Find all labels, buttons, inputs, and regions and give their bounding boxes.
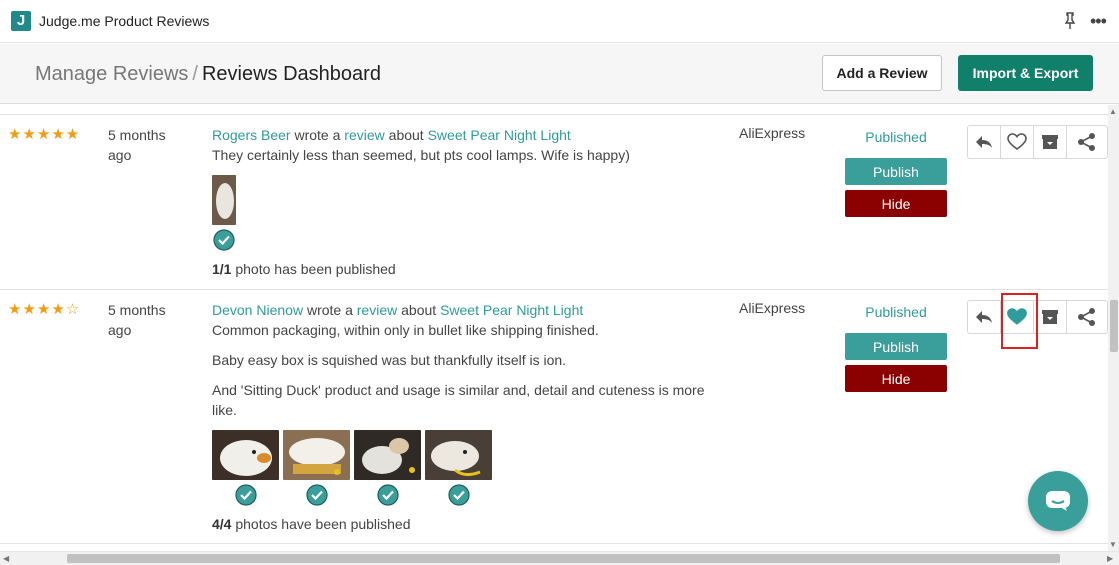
- status-badge: Published: [865, 129, 927, 145]
- reply-icon: [976, 136, 992, 148]
- review-time: 5 months ago: [108, 302, 166, 338]
- hide-button[interactable]: Hide: [845, 365, 947, 392]
- review-photo-thumbnail[interactable]: [425, 430, 492, 480]
- review-photo-thumbnail[interactable]: [212, 430, 279, 480]
- photo-published-check-icon[interactable]: [213, 229, 235, 251]
- archive-button[interactable]: [1034, 126, 1067, 158]
- vertical-scroll-thumb[interactable]: [1110, 300, 1118, 352]
- photo-published-check-icon[interactable]: [447, 484, 470, 506]
- divider: [0, 289, 1108, 290]
- page-header: Manage Reviews / Reviews Dashboard Add a R…: [0, 44, 1119, 104]
- review-body: Devon Nienow wrote a review about Sweet …: [212, 300, 712, 534]
- photo-published-check-icon[interactable]: [305, 484, 328, 506]
- reply-button[interactable]: [968, 301, 1001, 333]
- import-export-button[interactable]: Import & Export: [958, 55, 1093, 91]
- review-photo-thumbnail[interactable]: [354, 430, 421, 480]
- archive-icon: [1042, 135, 1058, 149]
- app-bar: J Judge.me Product Reviews •••: [0, 0, 1119, 43]
- status-badge: Published: [865, 304, 927, 320]
- scroll-down-arrow-icon[interactable]: ▼: [1109, 540, 1117, 549]
- scroll-left-arrow-icon[interactable]: ◀: [3, 554, 9, 563]
- photo-item: [212, 430, 279, 506]
- hide-button[interactable]: Hide: [845, 190, 947, 217]
- scroll-up-arrow-icon[interactable]: ▲: [1109, 107, 1117, 116]
- archive-icon: [1042, 310, 1058, 324]
- app-logo: J: [11, 11, 31, 31]
- photos-published-note: 4/4 photos have been published: [212, 516, 411, 532]
- photo-item: [354, 430, 421, 506]
- review-paragraph: They certainly less than seemed, but pts…: [212, 147, 630, 163]
- review-time: 5 months ago: [108, 127, 166, 163]
- share-icon: [1078, 308, 1095, 326]
- photo-item: [425, 430, 492, 506]
- pin-icon[interactable]: [1063, 12, 1077, 30]
- review-link[interactable]: review: [357, 302, 397, 318]
- publish-button[interactable]: Publish: [845, 158, 947, 185]
- review-actions: [967, 125, 1108, 159]
- heart-outline-icon: [1007, 133, 1027, 150]
- reviewer-name-link[interactable]: Devon Nienow: [212, 302, 303, 318]
- breadcrumb-parent-link[interactable]: Manage Reviews: [35, 63, 188, 85]
- product-link[interactable]: Sweet Pear Night Light: [428, 127, 571, 143]
- photo-published-check-icon[interactable]: [376, 484, 399, 506]
- review-text-connector: about: [388, 127, 424, 143]
- star-rating: ★★★★☆: [8, 301, 81, 318]
- divider: [0, 543, 1108, 544]
- product-link[interactable]: Sweet Pear Night Light: [440, 302, 583, 318]
- review-photo-thumbnail[interactable]: [283, 430, 350, 480]
- divider: [0, 114, 1108, 115]
- star-rating: ★★★★★: [8, 126, 81, 143]
- photos-published-note: 1/1 photo has been published: [212, 261, 396, 277]
- review-body: Rogers Beer wrote a review about Sweet P…: [212, 125, 712, 279]
- review-text-connector: about: [401, 302, 437, 318]
- share-button[interactable]: [1067, 126, 1107, 158]
- more-options-icon[interactable]: •••: [1090, 12, 1107, 30]
- archive-button[interactable]: [1034, 301, 1067, 333]
- publish-button[interactable]: Publish: [845, 333, 947, 360]
- scroll-right-arrow-icon[interactable]: ▶: [1107, 554, 1113, 563]
- review-photos: [212, 175, 712, 251]
- review-source: AliExpress: [739, 125, 806, 141]
- photo-item: [212, 175, 236, 251]
- review-photo-thumbnail[interactable]: [212, 175, 236, 225]
- add-review-button[interactable]: Add a Review: [822, 55, 942, 91]
- breadcrumb-separator: /: [192, 63, 198, 85]
- reply-button[interactable]: [968, 126, 1001, 158]
- favorite-button[interactable]: [1001, 126, 1034, 158]
- review-paragraph: Common packaging, within only in bullet …: [212, 322, 599, 338]
- reviews-list: ★★★★★ 5 months ago Rogers Beer wrote a r…: [0, 105, 1108, 551]
- review-text-connector: wrote a: [294, 127, 341, 143]
- reviewer-name-link[interactable]: Rogers Beer: [212, 127, 291, 143]
- photo-published-check-icon[interactable]: [234, 484, 257, 506]
- review-text-connector: wrote a: [306, 302, 353, 318]
- share-button[interactable]: [1067, 301, 1107, 333]
- page-title: Reviews Dashboard: [201, 63, 381, 85]
- share-icon: [1078, 133, 1095, 151]
- review-paragraph: And 'Sitting Duck' product and usage is …: [212, 382, 705, 418]
- chat-button[interactable]: [1028, 471, 1088, 531]
- highlight-box: [1001, 293, 1038, 349]
- horizontal-scroll-thumb[interactable]: [67, 554, 1060, 563]
- breadcrumb: Manage Reviews / Reviews Dashboard: [35, 63, 381, 86]
- reply-icon: [976, 311, 992, 323]
- review-source: AliExpress: [739, 300, 806, 316]
- chat-icon: [1046, 491, 1070, 511]
- review-photos: [212, 430, 712, 506]
- review-paragraph: Baby easy box is squished was but thankf…: [212, 352, 567, 368]
- review-link[interactable]: review: [344, 127, 384, 143]
- app-title: Judge.me Product Reviews: [39, 13, 210, 29]
- photo-item: [283, 430, 350, 506]
